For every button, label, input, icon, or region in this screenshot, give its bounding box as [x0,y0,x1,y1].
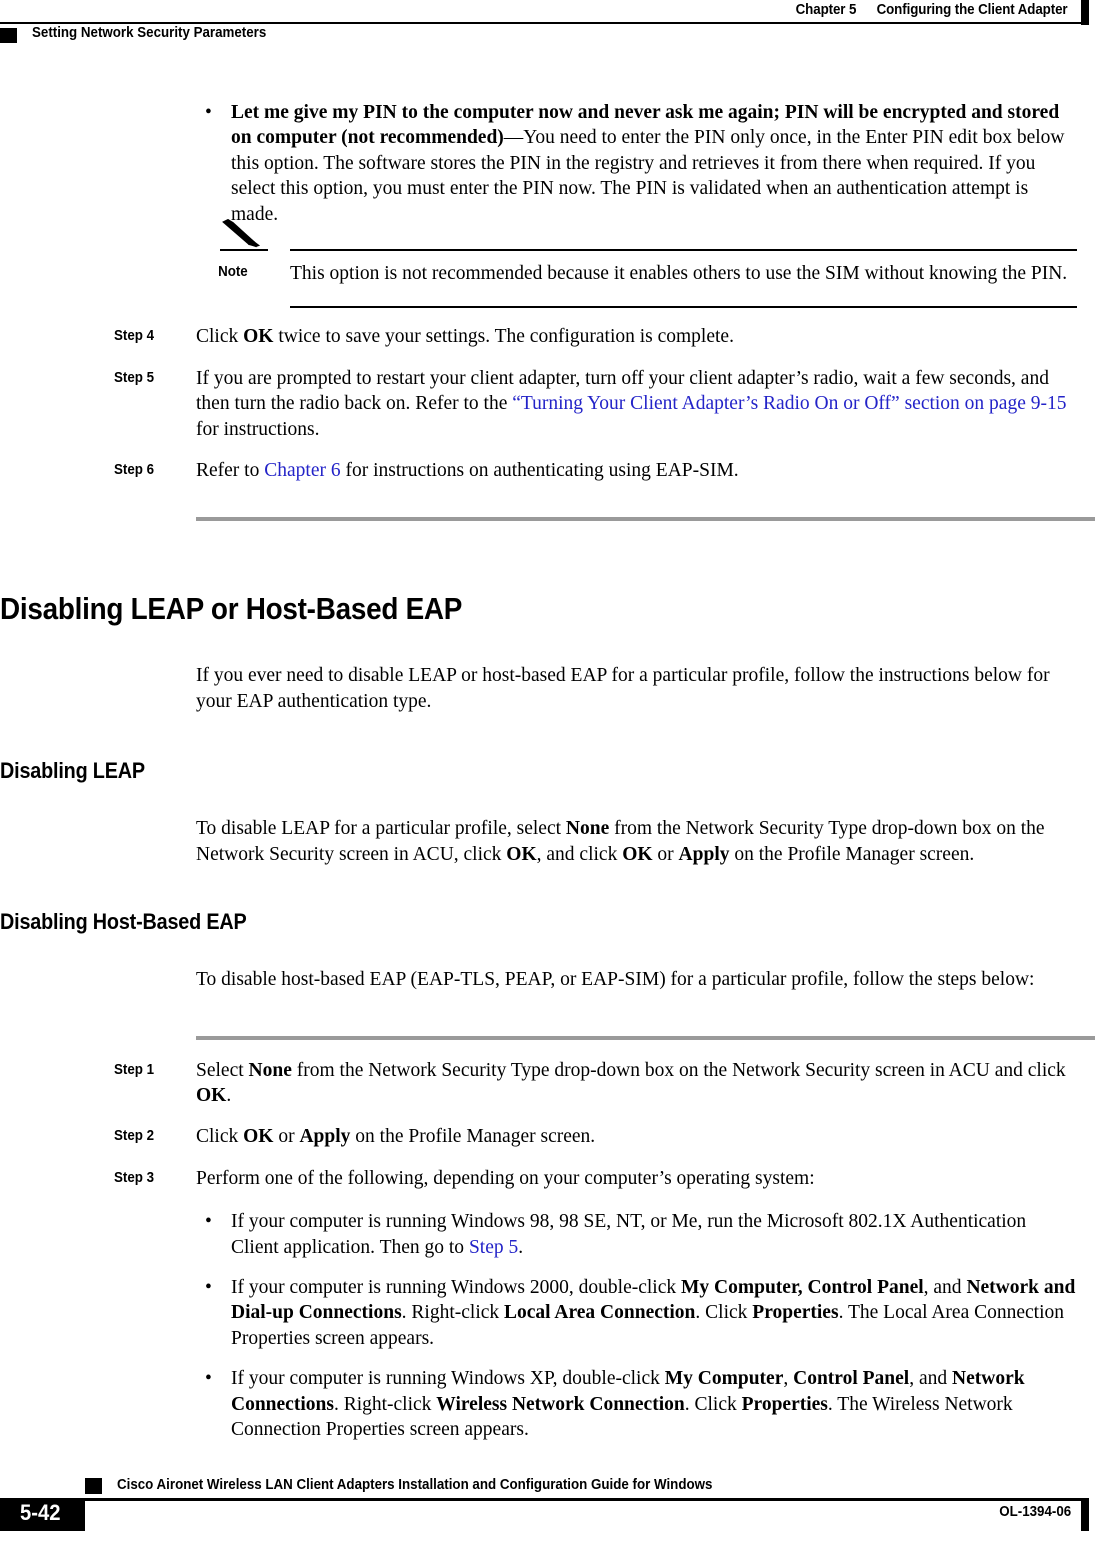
os-option-bullet-list: • If your computer is running Windows 98… [0,1209,1095,1442]
note-top-divider [290,249,1077,252]
step-label: Step 4 [114,328,155,345]
bullet-glyph: • [205,1276,212,1298]
step-label: Step 6 [114,462,155,479]
bullet-glyph: • [205,102,212,123]
step-text: Perform one of the following, depending … [196,1167,815,1189]
bullet-glyph: • [205,1368,212,1390]
step-row: Step 4 Click OK twice to save your setti… [114,324,1077,349]
step-row: Step 2 Click OK or Apply on the Profile … [114,1124,1077,1149]
disabling-host-based-eap-intro: To disable host-based EAP (EAP-TLS, PEAP… [196,969,1035,991]
step-text: Click OK or Apply on the Profile Manager… [196,1126,596,1148]
page-content: • Let me give my PIN to the computer now… [0,100,1095,1442]
list-item: • Let me give my PIN to the computer now… [196,100,1077,227]
bullet-glyph: • [205,1211,212,1233]
os-bullet-text: If your computer is running Windows 2000… [231,1276,1076,1349]
step-text: Refer to Chapter 6 for instructions on a… [196,460,739,482]
pin-option-bullet-list: • Let me give my PIN to the computer now… [0,100,1095,227]
list-item: • If your computer is running Windows 98… [196,1209,1077,1260]
disabling-leap-text: To disable LEAP for a particular profile… [196,818,1045,865]
step-label: Step 5 [114,369,155,386]
step-row: Step 6 Refer to Chapter 6 for instructio… [114,458,1077,483]
page-title: Disabling LEAP or Host-Based EAP [0,591,463,627]
header-chapter-line: Chapter 5 Configuring the Client Adapter [795,2,1067,18]
step-text: If you are prompted to restart your clie… [196,367,1067,440]
header-chapter-number: Chapter 5 [795,2,856,18]
step-row: Step 1 Select None from the Network Secu… [114,1058,1077,1109]
note-text: This option is not recommended because i… [290,263,1068,285]
header-divider [0,22,1081,24]
header-chapter-title: Configuring the Client Adapter [876,2,1067,18]
step-label: Step 3 [114,1169,155,1186]
section-intro-text: If you ever need to disable LEAP or host… [196,665,1050,712]
header-left-marker [0,28,17,43]
steps-start-divider [196,1035,1095,1040]
step-text: Select None from the Network Security Ty… [196,1059,1066,1106]
note-label: Note [218,264,248,281]
footer-guide-title: Cisco Aironet Wireless LAN Client Adapte… [117,1477,713,1493]
footer-document-number: OL-1394-06 [999,1504,1071,1520]
pencil-icon [220,218,262,249]
header-right-tab [1081,0,1089,25]
steps-hosteap-list: Step 1 Select None from the Network Secu… [0,1058,1095,1192]
footer-divider [0,1498,1081,1501]
footer-right-tab [1081,1498,1089,1531]
section-end-divider [196,517,1095,522]
note-icon-underline [220,249,268,252]
footer-left-marker [85,1478,102,1494]
list-item: • If your computer is running Windows XP… [196,1366,1077,1442]
note-callout: Note This option is not recommended beca… [196,218,1077,309]
step-label: Step 1 [114,1061,155,1078]
header-running-head: Setting Network Security Parameters [32,25,267,41]
list-item: • If your computer is running Windows 20… [196,1275,1077,1351]
subsection-title-disabling-leap: Disabling LEAP [0,758,145,784]
os-bullet-text: If your computer is running Windows 98, … [231,1211,1027,1258]
steps-eapsim-list: Step 4 Click OK twice to save your setti… [0,324,1095,483]
page-footer: Cisco Aironet Wireless LAN Client Adapte… [0,1477,1095,1549]
step-label: Step 2 [114,1128,155,1145]
note-bottom-divider [290,306,1077,309]
footer-page-number: 5-42 [20,1500,61,1525]
subsection-title-disabling-host-based-eap: Disabling Host-Based EAP [0,909,247,935]
step-text: Click OK twice to save your settings. Th… [196,326,734,348]
os-bullet-text: If your computer is running Windows XP, … [231,1368,1025,1440]
step-row: Step 3 Perform one of the following, dep… [114,1166,1077,1191]
step-row: Step 5 If you are prompted to restart yo… [114,366,1077,442]
